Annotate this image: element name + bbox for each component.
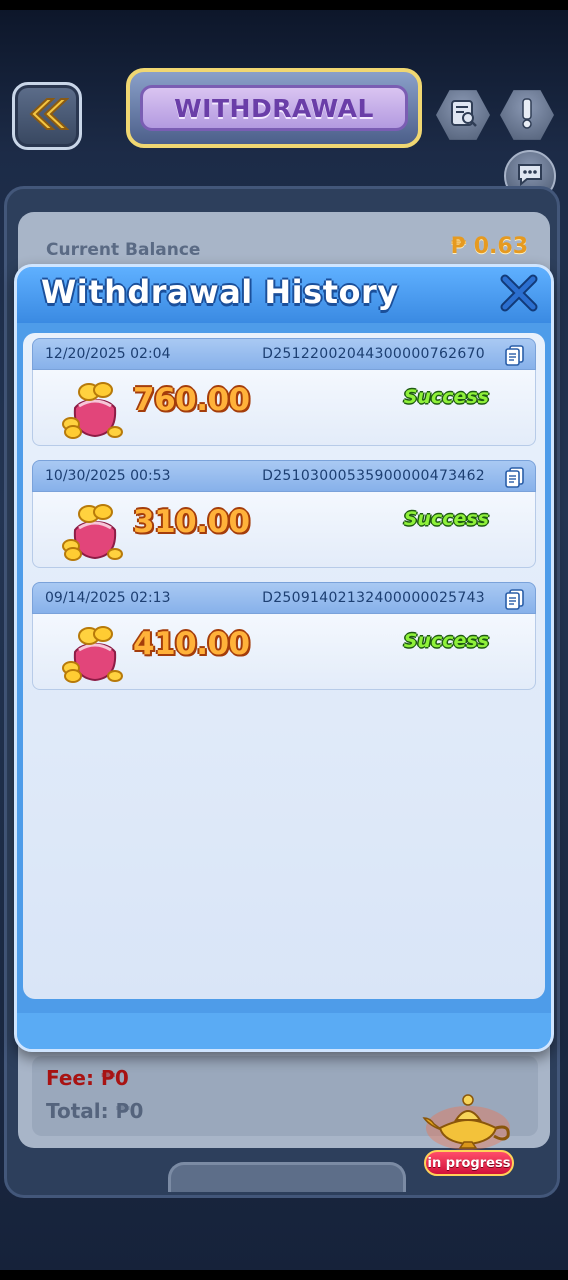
record-body: 410.00 Success xyxy=(32,614,536,690)
modal-footer xyxy=(17,1013,551,1049)
record-amount: 760.00 xyxy=(133,382,250,418)
status-badge: Success xyxy=(403,508,489,530)
list-item: 09/14/2025 02:13 D2509140213240000002574… xyxy=(32,582,536,690)
info-button[interactable] xyxy=(500,90,554,140)
withdraw-button[interactable] xyxy=(168,1162,406,1192)
status-badge: Success xyxy=(403,386,489,408)
in-progress-badge: in progress xyxy=(424,1150,514,1176)
copy-icon[interactable] xyxy=(503,343,527,367)
back-button[interactable] xyxy=(12,82,82,150)
close-button[interactable] xyxy=(499,274,539,316)
record-date: 12/20/2025 02:04 xyxy=(45,346,171,362)
navigation-bar xyxy=(0,1270,568,1280)
title-plate: WITHDRAWAL xyxy=(126,68,422,148)
record-id: D25122002044300000762670 xyxy=(262,346,485,362)
in-progress-widget[interactable]: in progress xyxy=(412,1084,522,1180)
total-text: Total: ₱0 xyxy=(46,1099,144,1123)
records-button[interactable] xyxy=(436,90,490,140)
record-date: 09/14/2025 02:13 xyxy=(45,590,171,606)
copy-icon[interactable] xyxy=(503,465,527,489)
record-body: 760.00 Success xyxy=(32,370,536,446)
exclamation-icon xyxy=(517,97,537,133)
status-badge: Success xyxy=(403,630,489,652)
balance-label: Current Balance xyxy=(46,240,201,260)
in-progress-label: in progress xyxy=(427,1155,511,1171)
record-id: D25091402132400000025743 xyxy=(262,590,485,606)
close-icon xyxy=(500,274,538,316)
record-body: 310.00 Success xyxy=(32,492,536,568)
record-header: 09/14/2025 02:13 D2509140213240000002574… xyxy=(32,582,536,614)
record-header: 12/20/2025 02:04 D2512200204430000076267… xyxy=(32,338,536,370)
coin-purse-icon xyxy=(59,618,129,688)
list-item: 12/20/2025 02:04 D2512200204430000076267… xyxy=(32,338,536,446)
record-amount: 310.00 xyxy=(133,504,250,540)
balance-value: ₱ 0.63 xyxy=(450,234,528,259)
coin-purse-icon xyxy=(59,374,129,444)
record-header: 10/30/2025 00:53 D2510300053590000047346… xyxy=(32,460,536,492)
record-date: 10/30/2025 00:53 xyxy=(45,468,171,484)
copy-icon[interactable] xyxy=(503,587,527,611)
modal-title: Withdrawal History xyxy=(41,273,399,311)
document-search-icon xyxy=(448,98,478,132)
modal-header: Withdrawal History xyxy=(17,267,551,323)
fee-text: Fee: ₱0 xyxy=(46,1066,129,1090)
magic-lamp-icon xyxy=(420,1084,516,1160)
record-amount: 410.00 xyxy=(133,626,250,662)
record-id: D25103000535900000473462 xyxy=(262,468,485,484)
coin-purse-icon xyxy=(59,496,129,566)
status-bar xyxy=(0,0,568,10)
double-chevron-left-icon xyxy=(25,97,70,135)
list-item: 10/30/2025 00:53 D2510300053590000047346… xyxy=(32,460,536,568)
title-inner: WITHDRAWAL xyxy=(140,85,408,131)
page-title: WITHDRAWAL xyxy=(174,93,374,123)
